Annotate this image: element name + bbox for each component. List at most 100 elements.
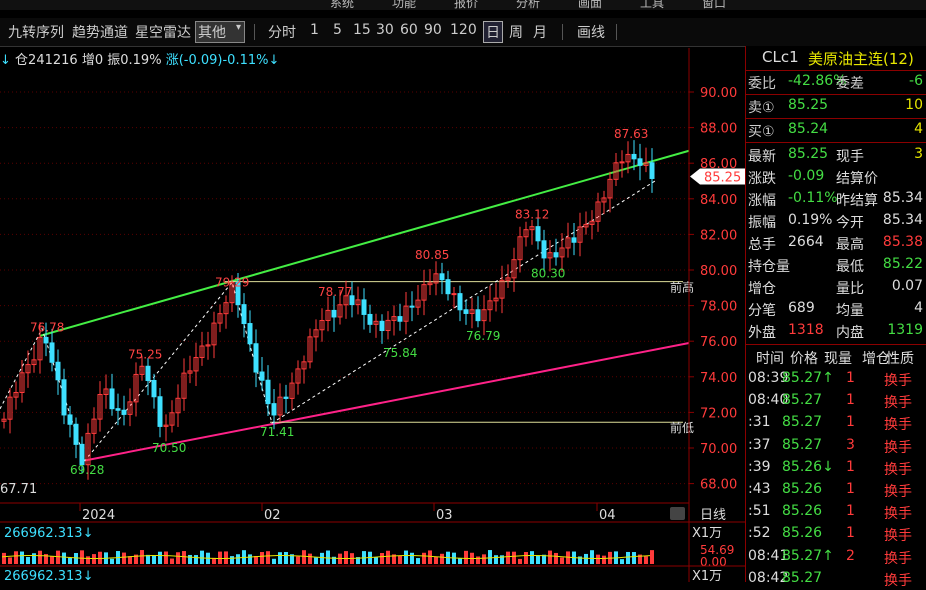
price-tick-label: 72.00 [700,406,737,421]
menu-function[interactable]: 功能 [392,0,416,10]
price-tick-label: 82.00 [700,228,737,243]
candle-body [259,371,265,381]
period-90min[interactable]: 90 [424,22,442,38]
candle-body [475,309,481,322]
stat-row: 外盘 1318 内盘 1319 [746,320,926,342]
volume-bar [68,557,72,564]
tick-volume: 1 [846,481,855,497]
stat-label: 均量 [836,303,864,319]
menu-analysis[interactable]: 分析 [516,0,540,10]
volume-bar [50,556,54,564]
period-120min[interactable]: 120 [450,22,477,38]
time-label: 02 [264,508,281,523]
period-week[interactable]: 周 [509,22,523,42]
period-timeshare[interactable]: 分时 [268,22,296,42]
stat-row: 增仓 量比 0.07 [746,276,926,298]
candle-body [619,161,625,164]
volume-bar [170,558,174,564]
stat-value: 85.34 [882,212,923,228]
volume-footer-title: 266962.313↓ [4,569,93,582]
period-15min[interactable]: 15 [353,22,371,38]
volume-bar [620,559,624,564]
stat-row: 涨跌 -0.09 结算价 [746,166,926,188]
volume-bar [248,554,252,564]
period-day[interactable]: 日 [483,21,503,43]
stat-value: 85.34 [882,190,923,206]
volume-bar [422,552,426,564]
quote-panel: CLc1 美原油主连(12) 委比 -42.86% 委差 -6 卖① 85.25… [745,46,926,589]
volume-bar [386,550,390,564]
volume-bar [302,550,306,564]
volume-bar [398,555,402,564]
weibi-row: 委比 -42.86% 委差 -6 [748,73,923,92]
menu-window[interactable]: 窗口 [702,0,726,10]
high-label: 83.12 [515,207,549,221]
stat-label: 内盘 [836,325,864,341]
low-label: 71.41 [260,425,294,439]
stat-label: 增仓 [748,281,776,297]
stat-label: 现手 [836,149,864,165]
indicator-trend-channel[interactable]: 趋势通道 [72,22,128,42]
stat-value: 1319 [887,322,923,338]
period-60min[interactable]: 60 [400,22,418,38]
volume-bar [8,557,12,564]
candle-body [271,403,277,416]
symbol-code: CLc1 [762,48,799,66]
period-month[interactable]: 月 [533,22,547,42]
tick-row: :43 85.26 1 换手 [746,479,926,501]
indicator-select[interactable]: 其他 [195,21,245,43]
stat-label: 昨结算 [836,193,878,209]
candle-body [331,309,337,318]
price-tick-label: 70.00 [700,442,737,457]
tick-volume: 1 [846,392,855,409]
tick-type: 换手 [884,484,912,500]
volume-bar [404,550,408,564]
indicator-jiuzhuan[interactable]: 九转序列 [8,22,64,42]
stat-label: 结算价 [836,171,878,187]
volume-bar [584,553,588,564]
tick-time: :52 [748,525,771,542]
tick-type: 换手 [884,550,912,567]
indicator-radar[interactable]: 星空雷达 [135,22,191,42]
volume-bar [464,550,468,564]
candle-body [571,237,577,243]
menu-system[interactable]: 系统 [330,0,354,10]
stat-value: 85.22 [882,256,923,272]
stat-value: 689 [788,300,815,316]
candle-body [253,343,259,373]
tick-row: :37 85.27 3 换手 [746,435,926,457]
draw-line-button[interactable]: 画线 [577,22,605,42]
menu-screen[interactable]: 画面 [578,0,602,10]
stat-label: 最高 [836,237,864,253]
volume-bar [518,558,522,564]
volume-bar [626,551,630,564]
volume-bar [128,556,132,564]
price-tick-label: 90.00 [700,86,737,101]
candle-body [79,443,85,466]
high-label: 87.63 [614,127,648,141]
menu-tools[interactable]: 工具 [640,0,664,10]
kline-chart[interactable]: 76.78 75.25 79.29 78.77 80.85 83.12 87.63 69.28… [0,48,745,582]
period-5min[interactable]: 5 [333,22,342,38]
volume-bar [650,550,654,564]
volume-bar [458,558,462,564]
volume-footer-unit: X1万 [692,569,722,582]
volume-bar [182,551,186,564]
info-position: 仓241216 [15,53,78,68]
symbol-name: 美原油主连(12) [808,50,914,68]
tick-row: 08:40 85.27 1 换手 [746,390,926,412]
high-label: 80.85 [415,248,449,262]
tick-volume: 1 [846,503,855,520]
volume-bar [632,552,636,564]
period-30min[interactable]: 30 [376,22,394,38]
menu-quote[interactable]: 报价 [454,0,478,10]
price-tick-label: 80.00 [700,264,737,279]
time-label: 04 [599,508,616,523]
candle-body [457,293,463,311]
candle-body [439,273,445,281]
stat-label: 总手 [748,237,776,253]
candle-body [535,226,541,242]
volume-bar [266,551,270,564]
stat-label: 持仓量 [748,259,790,275]
period-1min[interactable]: 1 [310,22,319,38]
